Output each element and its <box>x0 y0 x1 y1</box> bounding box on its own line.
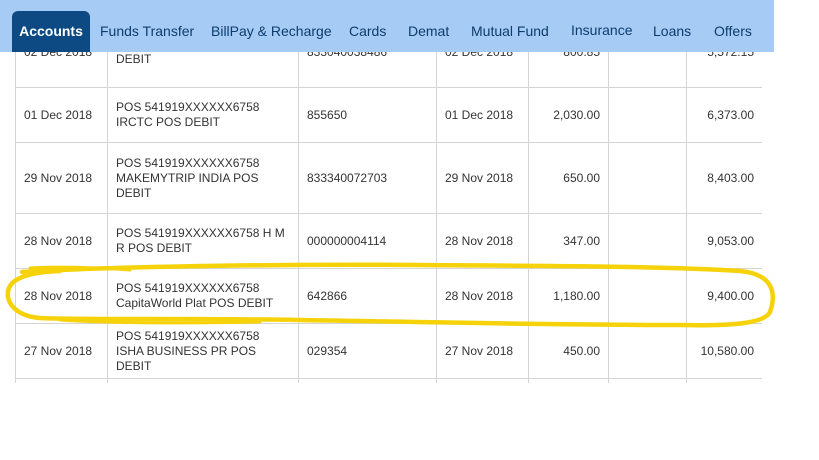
tab-mutual-fund[interactable]: Mutual Fund <box>471 0 549 52</box>
table-row: 28 Nov 2018 POS 541919XXXXXX6758 H M R P… <box>15 213 762 269</box>
tab-funds-transfer[interactable]: Funds Transfer <box>100 0 194 52</box>
txn-date: 27 Nov 2018 <box>15 323 108 379</box>
txn-ref: 855650 <box>298 87 437 143</box>
txn-value-date: 28 Nov 2018 <box>436 268 529 324</box>
txn-value-date: 28 Nov 2018 <box>436 213 529 269</box>
table-row: 28 Nov 2018 POS 541919XXXXXX6758 CapitaW… <box>15 268 762 324</box>
txn-description: POS 541919XXXXXX6758 ISHA BUSINESS PR PO… <box>107 323 299 379</box>
main-nav: Accounts Funds Transfer BillPay & Rechar… <box>0 0 774 52</box>
txn-date: 28 Nov 2018 <box>15 268 108 324</box>
txn-withdrawal: 650.00 <box>528 142 609 214</box>
txn-date <box>15 378 108 383</box>
transactions-table: 02 Dec 2018 WWW SPICINEMAS I POS DEBIT 8… <box>15 16 762 383</box>
table-row: 29 Nov 2018 POS 541919XXXXXX6758 MAKEMYT… <box>15 142 762 214</box>
txn-ref: 833340072703 <box>298 142 437 214</box>
txn-balance: 8,403.00 <box>686 142 762 214</box>
txn-balance <box>686 378 762 383</box>
table-row <box>15 378 762 383</box>
tab-demat[interactable]: Demat <box>408 0 449 52</box>
txn-value-date <box>436 378 529 383</box>
txn-balance: 9,053.00 <box>686 213 762 269</box>
table-row: 01 Dec 2018 POS 541919XXXXXX6758 IRCTC P… <box>15 87 762 143</box>
txn-date: 29 Nov 2018 <box>15 142 108 214</box>
txn-withdrawal <box>528 378 609 383</box>
txn-withdrawal: 1,180.00 <box>528 268 609 324</box>
txn-ref: 029354 <box>298 323 437 379</box>
txn-value-date: 29 Nov 2018 <box>436 142 529 214</box>
txn-deposit <box>608 87 687 143</box>
txn-withdrawal: 347.00 <box>528 213 609 269</box>
txn-description <box>107 378 299 383</box>
tab-loans[interactable]: Loans <box>653 0 691 52</box>
txn-description: POS 541919XXXXXX6758 MAKEMYTRIP INDIA PO… <box>107 142 299 214</box>
txn-balance: 9,400.00 <box>686 268 762 324</box>
txn-ref: 000000004114 <box>298 213 437 269</box>
txn-ref: 642866 <box>298 268 437 324</box>
tab-billpay-recharge[interactable]: BillPay & Recharge <box>211 0 332 52</box>
tab-accounts[interactable]: Accounts <box>12 11 90 52</box>
txn-deposit <box>608 378 687 383</box>
txn-date: 28 Nov 2018 <box>15 213 108 269</box>
txn-deposit <box>608 213 687 269</box>
tab-offers[interactable]: Offers <box>714 0 752 52</box>
txn-description: POS 541919XXXXXX6758 H M R POS DEBIT <box>107 213 299 269</box>
txn-balance: 10,580.00 <box>686 323 762 379</box>
txn-description: POS 541919XXXXXX6758 CapitaWorld Plat PO… <box>107 268 299 324</box>
tab-insurance[interactable]: Insurance <box>571 0 632 52</box>
transactions-table-wrapper: 02 Dec 2018 WWW SPICINEMAS I POS DEBIT 8… <box>15 0 762 383</box>
txn-date: 01 Dec 2018 <box>15 87 108 143</box>
txn-deposit <box>608 323 687 379</box>
txn-withdrawal: 2,030.00 <box>528 87 609 143</box>
txn-ref <box>298 378 437 383</box>
txn-value-date: 01 Dec 2018 <box>436 87 529 143</box>
txn-value-date: 27 Nov 2018 <box>436 323 529 379</box>
tab-cards[interactable]: Cards <box>349 0 386 52</box>
txn-deposit <box>608 268 687 324</box>
txn-withdrawal: 450.00 <box>528 323 609 379</box>
table-row: 27 Nov 2018 POS 541919XXXXXX6758 ISHA BU… <box>15 323 762 379</box>
txn-balance: 6,373.00 <box>686 87 762 143</box>
txn-description: POS 541919XXXXXX6758 IRCTC POS DEBIT <box>107 87 299 143</box>
txn-deposit <box>608 142 687 214</box>
